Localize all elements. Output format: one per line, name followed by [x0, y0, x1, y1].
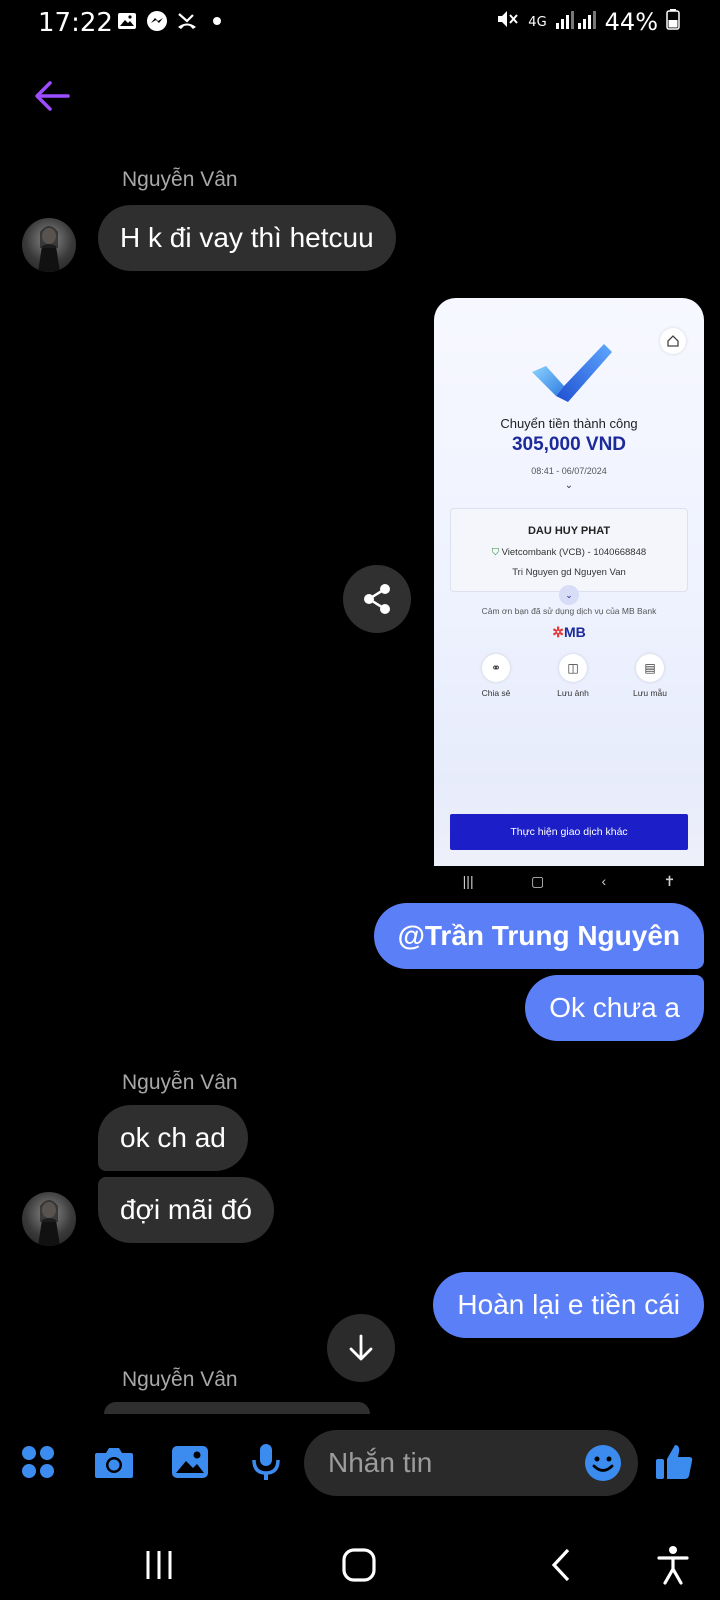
dot-icon — [206, 10, 228, 32]
share-icon: ⚭ — [482, 654, 510, 682]
share-icon — [364, 584, 390, 614]
like-button[interactable] — [652, 1440, 696, 1484]
mb-logo: ✲MB — [552, 624, 586, 640]
checkmark-icon — [532, 344, 612, 402]
sender-name: Nguyễn Vân — [122, 1368, 238, 1391]
message-bubble[interactable]: Hoàn lại e tiền cái — [433, 1272, 704, 1338]
system-nav-bar — [0, 1520, 720, 1600]
accessibility-icon: ✝ — [663, 872, 676, 889]
grid-dots-icon — [22, 1446, 54, 1478]
image-icon — [172, 1446, 208, 1478]
document-icon: ▤ — [636, 654, 664, 682]
arrow-left-icon — [35, 81, 70, 111]
home-icon — [342, 1548, 376, 1582]
message-input-container — [304, 1430, 638, 1496]
message-bubble[interactable] — [104, 1402, 370, 1414]
smiley-icon — [585, 1445, 621, 1481]
camera-button[interactable] — [92, 1440, 136, 1484]
back-icon: ‹ — [601, 873, 607, 889]
home-button[interactable] — [334, 1540, 384, 1590]
notification-icons — [116, 10, 228, 32]
receipt-cta: Thực hiện giao dịch khác — [450, 814, 688, 850]
receipt-action-share: ⚭ Chia sẻ — [468, 654, 524, 698]
system-back-button[interactable] — [536, 1540, 586, 1590]
avatar[interactable] — [22, 218, 76, 272]
chevron-left-icon — [551, 1548, 570, 1582]
share-button[interactable] — [343, 565, 411, 633]
status-time: 17:22 — [38, 8, 113, 38]
receipt-action-save-image: ◫ Lưu ảnh — [545, 654, 601, 698]
gallery-button[interactable] — [168, 1440, 212, 1484]
camera-icon — [95, 1448, 133, 1478]
accessibility-button[interactable] — [648, 1540, 698, 1590]
message-input[interactable] — [328, 1430, 578, 1496]
sender-name: Nguyễn Vân — [122, 168, 238, 191]
emoji-button[interactable] — [584, 1444, 622, 1482]
recent-apps-icon — [146, 1551, 172, 1579]
home-icon — [660, 328, 686, 354]
recipient-card: DAU HUY PHAT ⛉ Vietcombank (VCB) - 10406… — [450, 508, 688, 605]
recent-apps-icon: ||| — [462, 873, 474, 889]
accessibility-icon — [657, 1546, 689, 1585]
recipient-name: DAU HUY PHAT — [527, 525, 611, 537]
scroll-to-bottom-button[interactable] — [327, 1314, 395, 1382]
sender-name: Nguyễn Vân — [122, 1071, 238, 1094]
recipient-bank: ⛉ Vietcombank (VCB) - 1040668848 — [491, 547, 647, 558]
voice-button[interactable] — [244, 1440, 288, 1484]
receipt-actions: ⚭ Chia sẻ ◫ Lưu ảnh ▤ Lưu mẫu — [468, 654, 678, 698]
back-button[interactable] — [30, 74, 74, 118]
receipt-image[interactable]: Chuyển tiền thành công 305,000 VND 08:41… — [434, 298, 704, 866]
apps-button[interactable] — [16, 1440, 60, 1484]
arrow-down-icon — [349, 1334, 373, 1361]
battery-icon — [666, 8, 680, 36]
mute-icon — [496, 8, 520, 36]
network-type: 4G — [528, 14, 547, 30]
receipt-amount: 305,000 VND — [511, 434, 627, 455]
message-bubble[interactable]: H k đi vay thì hetcuu — [98, 205, 396, 271]
system-status: 4G 44% — [496, 8, 680, 36]
avatar[interactable] — [22, 1192, 76, 1246]
receipt-datetime: 08:41 - 06/07/2024 — [531, 466, 607, 476]
transfer-note: Tri Nguyen gd Nguyen Van — [512, 567, 626, 578]
expand-icon: ⌄ — [559, 585, 579, 605]
camera-icon: ◫ — [559, 654, 587, 682]
message-bubble[interactable]: Ok chưa a — [525, 975, 704, 1041]
missed-call-icon — [176, 10, 198, 32]
recent-apps-button[interactable] — [134, 1540, 184, 1590]
status-bar: 17:22 4G 44% — [0, 0, 720, 46]
message-bubble[interactable]: ok ch ad — [98, 1105, 248, 1171]
receipt-nav-bar: ||| ▢ ‹ ✝ — [434, 866, 704, 896]
home-icon: ▢ — [530, 872, 545, 889]
message-bubble[interactable]: đợi mãi đó — [98, 1177, 274, 1243]
messenger-icon — [146, 10, 168, 32]
receipt-thanks: Cảm ơn bạn đã sử dụng dịch vụ của MB Ban… — [481, 606, 657, 616]
message-composer — [0, 1420, 720, 1520]
receipt-action-save-template: ▤ Lưu mẫu — [622, 654, 678, 698]
signal-icon — [555, 8, 597, 36]
thumbs-up-icon — [656, 1445, 693, 1479]
microphone-icon — [252, 1444, 280, 1480]
receipt-title: Chuyển tiền thành công — [500, 416, 638, 431]
image-icon — [116, 10, 138, 32]
chevron-down-icon: ⌄ — [564, 480, 574, 491]
battery-percent: 44% — [604, 8, 658, 36]
message-bubble-mention[interactable]: @Trần Trung Nguyên — [373, 903, 704, 969]
